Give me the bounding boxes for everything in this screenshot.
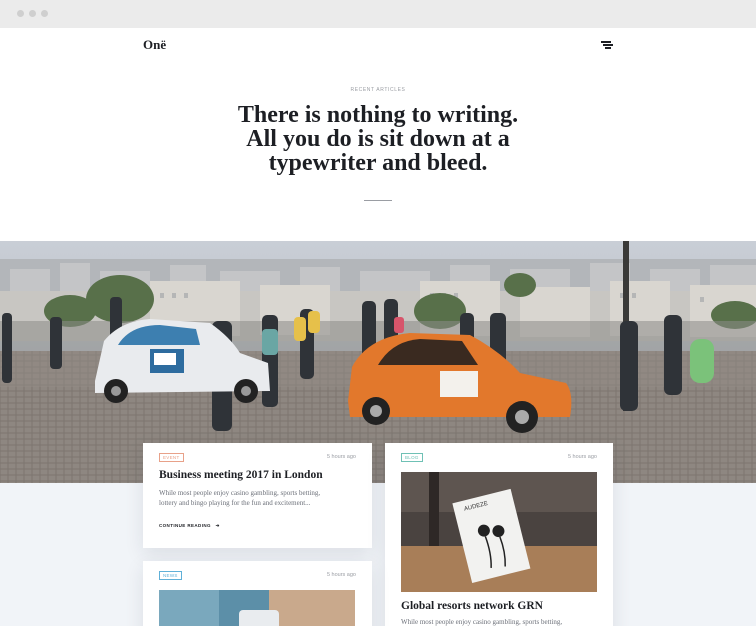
article-tag[interactable]: NEWS — [159, 571, 182, 580]
laptop-photo — [159, 590, 355, 626]
excerpt-line: While most people enjoy casino gambling,… — [159, 489, 321, 497]
divider-line — [364, 200, 392, 201]
article-card[interactable]: BLOG 5 hours ago AUDEZE Global resorts n… — [385, 443, 613, 626]
article-tag[interactable]: EVENT — [159, 453, 184, 462]
continue-reading-link[interactable]: CONTINUE READING ➔ — [159, 523, 220, 529]
headline-line: There is nothing to writing. — [237, 102, 519, 128]
window-minimize-dot[interactable] — [29, 10, 36, 17]
browser-chrome — [0, 0, 756, 28]
hero-headline: There is nothing to writing. All you do … — [150, 103, 606, 175]
article-thumbnail[interactable] — [159, 590, 355, 626]
article-card[interactable]: EVENT 5 hours ago Business meeting 2017 … — [143, 443, 372, 548]
window-close-dot[interactable] — [17, 10, 24, 17]
article-title[interactable]: Global resorts network GRN — [401, 600, 543, 612]
window-maximize-dot[interactable] — [41, 10, 48, 17]
excerpt-line: While most people enjoy casino gambling,… — [401, 618, 563, 626]
article-tag[interactable]: BLOG — [401, 453, 423, 462]
headline-line: typewriter and bleed. — [268, 150, 488, 176]
article-excerpt: While most people enjoy casino gambling,… — [159, 488, 359, 508]
article-card[interactable]: NEWS 5 hours ago — [143, 561, 372, 626]
content-background — [0, 483, 756, 626]
paris-street-photo — [0, 241, 756, 483]
article-time: 5 hours ago — [567, 454, 597, 460]
site-logo[interactable]: Onë — [143, 37, 166, 53]
hero-image — [0, 241, 756, 483]
page: Onë RECENT ARTICLES There is nothing to … — [0, 28, 756, 626]
article-thumbnail[interactable]: AUDEZE — [401, 472, 597, 592]
arrow-right-icon: ➔ — [215, 523, 220, 528]
headphones-product-image: AUDEZE — [401, 472, 597, 592]
article-time: 5 hours ago — [326, 572, 356, 578]
continue-reading-label: CONTINUE READING — [159, 523, 211, 528]
hamburger-icon[interactable] — [601, 39, 615, 51]
article-time: 5 hours ago — [326, 454, 356, 460]
article-excerpt: While most people enjoy casino gambling,… — [401, 617, 601, 626]
article-title[interactable]: Business meeting 2017 in London — [159, 469, 323, 481]
section-eyebrow: RECENT ARTICLES — [350, 87, 406, 93]
excerpt-line: lottery and bingo playing for the fun an… — [159, 499, 311, 507]
headline-line: All you do is sit down at a — [246, 126, 510, 152]
